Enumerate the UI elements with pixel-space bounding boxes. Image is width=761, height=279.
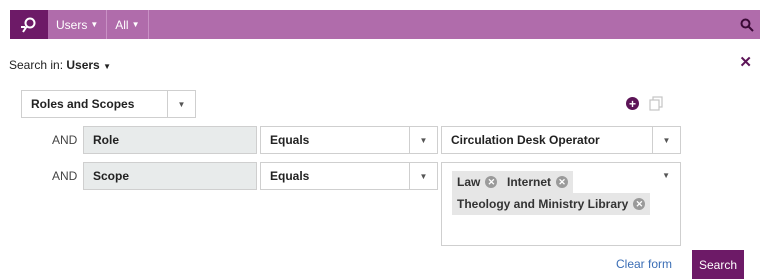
criteria-type-value: Roles and Scopes [31, 97, 135, 111]
role-value: Circulation Desk Operator [451, 133, 600, 147]
remove-tag-icon[interactable]: ✕ [633, 198, 646, 210]
search-bar-container: Users ▼ All ▼ [10, 10, 760, 39]
tag-chip: Theology and Ministry Library ✕ [452, 193, 651, 215]
row-value-select[interactable]: Circulation Desk Operator ▼ [441, 126, 681, 154]
tag-chip: Internet ✕ [502, 171, 574, 193]
remove-tag-icon[interactable]: ✕ [556, 176, 569, 188]
top-search-bar: Users ▼ All ▼ [0, 0, 761, 39]
row-field-label: Scope [93, 169, 130, 183]
row-field-scope[interactable]: Scope [83, 162, 257, 190]
tag-chip: Law ✕ [452, 171, 503, 193]
tag-label: Theology and Ministry Library [457, 197, 629, 211]
chevron-down-icon: ▼ [90, 20, 99, 29]
conjunction-label: AND [52, 169, 78, 183]
chevron-down-icon[interactable]: ▼ [409, 163, 437, 189]
copy-icon[interactable] [649, 96, 663, 111]
clear-form-link[interactable]: Clear form [616, 257, 672, 271]
chevron-down-icon[interactable]: ▼ [409, 127, 437, 153]
row-field-role[interactable]: Role [83, 126, 257, 154]
search-in-selector[interactable]: Search in: Users ▼ [9, 58, 111, 72]
close-icon[interactable]: ✕ [739, 53, 752, 71]
remove-tag-icon[interactable]: ✕ [485, 176, 498, 188]
filter-dropdown[interactable]: All ▼ [107, 10, 149, 39]
chevron-down-icon: ▼ [131, 20, 140, 29]
row-operator-select[interactable]: Equals ▼ [260, 162, 438, 190]
chevron-down-icon[interactable]: ▼ [167, 91, 195, 117]
operator-value: Equals [270, 133, 310, 147]
chevron-down-icon[interactable]: ▼ [652, 127, 680, 153]
row-field-label: Role [93, 133, 120, 147]
scope-dropdown[interactable]: Users ▼ [48, 10, 108, 39]
scope-dropdown-label: Users [56, 17, 88, 32]
scope-multiselect[interactable]: Law ✕ Internet ✕ Theology and Ministry L… [441, 162, 681, 246]
criteria-type-select[interactable]: Roles and Scopes ▼ [21, 90, 196, 118]
tag-label: Internet [507, 175, 552, 189]
filter-dropdown-label: All [115, 17, 129, 32]
tag-label: Law [457, 175, 481, 189]
search-icon[interactable] [740, 10, 754, 39]
conjunction-label: AND [52, 133, 78, 147]
operator-value: Equals [270, 169, 310, 183]
row-operator-select[interactable]: Equals ▼ [260, 126, 438, 154]
search-in-prefix: Search in: [9, 58, 64, 72]
chevron-down-icon[interactable]: ▼ [662, 171, 670, 180]
primo-logo-icon[interactable] [10, 10, 48, 39]
chevron-down-icon: ▼ [103, 62, 111, 71]
search-button[interactable]: Search [692, 250, 744, 279]
search-in-value[interactable]: Users [66, 58, 99, 72]
add-circle-icon[interactable]: + [626, 97, 639, 110]
